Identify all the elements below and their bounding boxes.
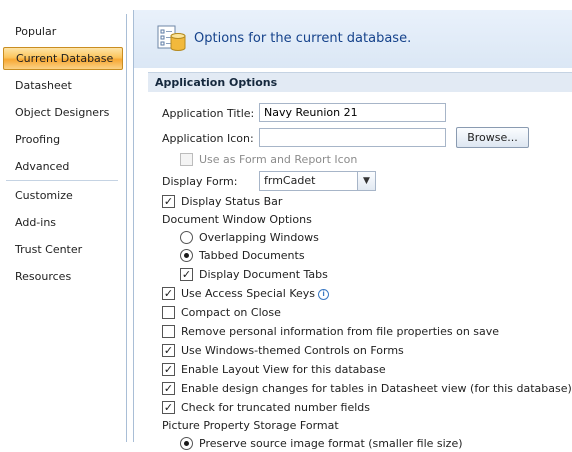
display-form-value: frmCadet bbox=[264, 174, 316, 187]
header-title: Options for the current database. bbox=[194, 31, 412, 46]
options-sidebar: Popular Current Database Datasheet Objec… bbox=[0, 14, 127, 442]
tabbed-documents-radio[interactable] bbox=[180, 249, 193, 262]
picture-storage-label: Picture Property Storage Format bbox=[162, 419, 339, 432]
doc-window-options-label: Document Window Options bbox=[162, 213, 312, 226]
use-as-form-icon-label: Use as Form and Report Icon bbox=[199, 153, 358, 166]
sidebar-item-current-database[interactable]: Current Database bbox=[3, 47, 123, 70]
sidebar-item-resources[interactable]: Resources bbox=[3, 265, 123, 288]
top-strip bbox=[127, 0, 572, 10]
use-windows-themed-checkbox[interactable]: ✓ bbox=[162, 344, 175, 357]
browse-button[interactable]: Browse... bbox=[456, 127, 529, 148]
enable-layout-view-label: Enable Layout View for this database bbox=[181, 363, 386, 376]
use-access-special-keys-label: Use Access Special Keys bbox=[181, 287, 316, 300]
use-access-special-keys-checkbox[interactable]: ✓ bbox=[162, 287, 175, 300]
use-windows-themed-label: Use Windows-themed Controls on Forms bbox=[181, 344, 404, 357]
use-as-form-icon-checkbox[interactable] bbox=[180, 153, 193, 166]
database-options-icon bbox=[157, 25, 186, 51]
overlapping-windows-radio[interactable] bbox=[180, 231, 193, 244]
compact-on-close-label: Compact on Close bbox=[181, 306, 281, 319]
sidebar-item-popular[interactable]: Popular bbox=[3, 20, 123, 43]
remove-personal-info-label: Remove personal information from file pr… bbox=[181, 325, 500, 338]
enable-layout-view-checkbox[interactable]: ✓ bbox=[162, 363, 175, 376]
display-form-label: Display Form: bbox=[162, 175, 238, 188]
chevron-down-icon[interactable]: ▼ bbox=[357, 172, 375, 190]
remove-personal-info-checkbox[interactable] bbox=[162, 325, 175, 338]
use-access-special-keys-text: Use Access Special Keys i bbox=[181, 286, 330, 302]
compact-on-close-checkbox[interactable] bbox=[162, 306, 175, 319]
info-icon[interactable]: i bbox=[318, 289, 330, 300]
sidebar-item-proofing[interactable]: Proofing bbox=[3, 128, 123, 151]
check-truncated-checkbox[interactable]: ✓ bbox=[162, 401, 175, 414]
display-form-dropdown[interactable]: frmCadet ▼ bbox=[259, 171, 376, 191]
display-document-tabs-label: Display Document Tabs bbox=[199, 268, 328, 281]
app-title-input[interactable] bbox=[259, 103, 446, 122]
enable-design-changes-label: Enable design changes for tables in Data… bbox=[181, 382, 572, 395]
main-header: Options for the current database. bbox=[134, 10, 572, 68]
sidebar-item-datasheet[interactable]: Datasheet bbox=[3, 74, 123, 97]
display-status-bar-label: Display Status Bar bbox=[181, 195, 283, 208]
app-icon-input[interactable] bbox=[259, 128, 446, 147]
preserve-source-label: Preserve source image format (smaller fi… bbox=[199, 437, 463, 450]
preserve-source-radio[interactable] bbox=[180, 437, 193, 450]
app-title-label: Application Title: bbox=[162, 107, 255, 120]
sidebar-item-advanced[interactable]: Advanced bbox=[3, 155, 123, 178]
display-document-tabs-checkbox[interactable]: ✓ bbox=[180, 268, 193, 281]
tabbed-documents-label: Tabbed Documents bbox=[199, 249, 305, 262]
check-truncated-label: Check for truncated number fields bbox=[181, 401, 370, 414]
sidebar-item-trust-center[interactable]: Trust Center bbox=[3, 238, 123, 261]
display-status-bar-checkbox[interactable]: ✓ bbox=[162, 195, 175, 208]
sidebar-item-customize[interactable]: Customize bbox=[3, 184, 123, 207]
sidebar-item-object-designers[interactable]: Object Designers bbox=[3, 101, 123, 124]
overlapping-windows-label: Overlapping Windows bbox=[199, 231, 319, 244]
app-icon-label: Application Icon: bbox=[162, 132, 254, 145]
sidebar-divider bbox=[6, 180, 118, 181]
section-header-application-options: Application Options bbox=[148, 72, 572, 92]
options-main-panel: Options for the current database. Applic… bbox=[133, 10, 572, 450]
sidebar-item-add-ins[interactable]: Add-ins bbox=[3, 211, 123, 234]
enable-design-changes-checkbox[interactable]: ✓ bbox=[162, 382, 175, 395]
